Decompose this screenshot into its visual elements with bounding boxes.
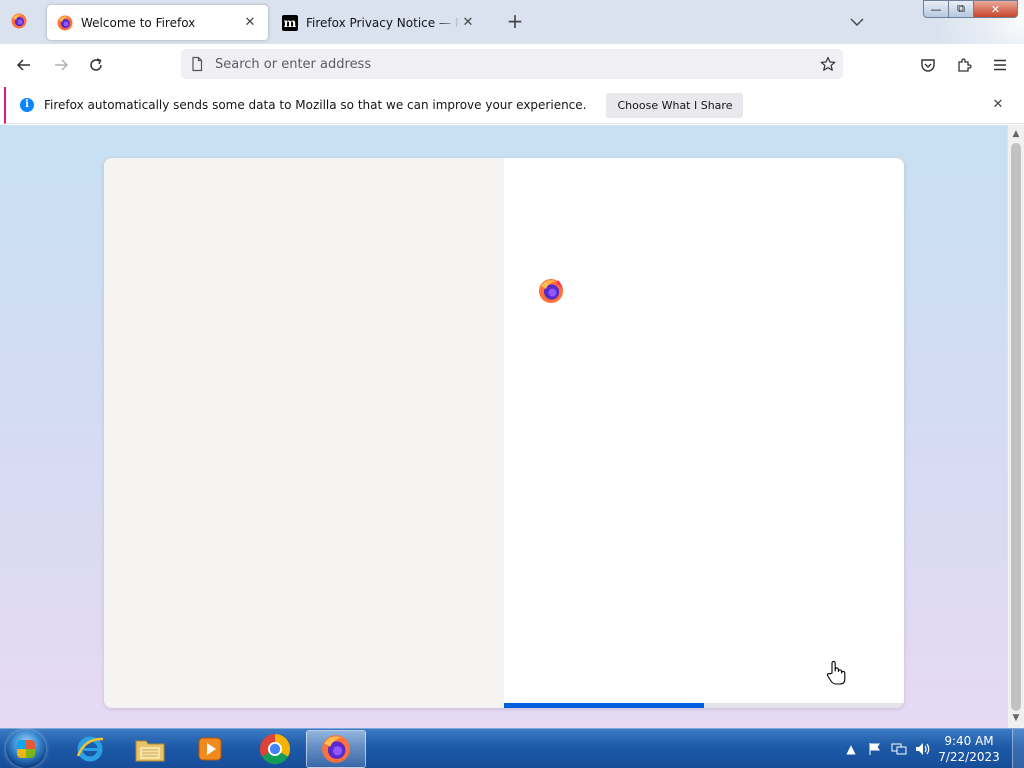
folder-icon [135, 740, 165, 762]
pocket-button[interactable] [918, 55, 938, 75]
new-tab-button[interactable]: + [505, 11, 525, 32]
info-icon: i [20, 98, 34, 112]
page-icon [192, 56, 203, 72]
puzzle-icon [958, 58, 972, 72]
url-input[interactable] [215, 56, 795, 72]
tab-title: Firefox Privacy Notice — Mozilla [306, 15, 460, 30]
close-window-button[interactable]: ✕ [974, 0, 1018, 18]
start-button[interactable] [6, 730, 46, 768]
firefox-logo-icon [539, 279, 563, 303]
arrow-left-icon [16, 59, 30, 71]
scroll-up-arrow-icon[interactable]: ▲ [1011, 129, 1021, 139]
progress-fill [504, 703, 704, 708]
restore-button[interactable]: ⧉ [949, 0, 974, 18]
navigation-toolbar [0, 44, 1024, 86]
tab-title: Welcome to Firefox [81, 15, 196, 30]
media-player-icon [198, 737, 222, 761]
star-icon[interactable] [820, 56, 836, 72]
back-button[interactable] [14, 55, 34, 75]
taskbar-windows-explorer[interactable] [120, 730, 180, 768]
page-content [0, 125, 1007, 728]
pocket-icon [921, 59, 935, 72]
close-icon[interactable]: ✕ [991, 98, 1005, 112]
onboarding-progress-bar [504, 703, 904, 708]
show-desktop-button[interactable] [1012, 729, 1024, 768]
vertical-scrollbar[interactable]: ▲ ▼ [1007, 125, 1024, 728]
hand-cursor-icon [826, 660, 846, 685]
firefox-icon[interactable] [11, 13, 27, 29]
volume-icon[interactable] [914, 740, 932, 758]
system-clock[interactable]: 9:40 AM 7/22/2023 [938, 733, 1000, 765]
chevron-down-icon[interactable] [849, 14, 865, 30]
extensions-button[interactable] [954, 55, 974, 75]
scroll-down-arrow-icon[interactable]: ▼ [1011, 713, 1021, 723]
close-tab-icon[interactable]: ✕ [460, 15, 476, 31]
tab-strip: Welcome to Firefox ✕ m Firefox Privacy N… [0, 0, 1024, 44]
scroll-thumb[interactable] [1011, 143, 1021, 711]
action-center-flag-icon[interactable] [866, 740, 884, 758]
show-hidden-icons-icon[interactable]: ▲ [842, 740, 860, 758]
welcome-card [104, 158, 904, 708]
notification-message: Firefox automatically sends some data to… [44, 98, 587, 112]
mozilla-m-icon: m [282, 14, 298, 31]
taskbar-media-player[interactable] [180, 730, 240, 768]
windows-taskbar: ▲ 9:40 AM 7/22/2023 [0, 728, 1024, 768]
reload-icon [90, 58, 102, 71]
system-tray: ▲ 9:40 AM 7/22/2023 [842, 729, 1024, 768]
minimize-button[interactable]: — [923, 0, 949, 18]
clock-time: 9:40 AM [944, 734, 994, 748]
internet-explorer-icon [76, 736, 104, 762]
chrome-icon [259, 734, 291, 765]
welcome-card-left-panel [104, 158, 504, 708]
clock-date: 7/22/2023 [938, 750, 1000, 764]
taskbar-chrome[interactable] [245, 730, 305, 768]
taskbar-firefox[interactable] [306, 730, 366, 768]
window-controls: — ⧉ ✕ [923, 0, 1018, 18]
data-collection-notification: i Firefox automatically sends some data … [4, 87, 1024, 124]
network-icon[interactable] [890, 740, 908, 758]
taskbar-internet-explorer[interactable] [60, 730, 120, 768]
address-bar[interactable] [181, 49, 843, 79]
firefox-icon [322, 735, 350, 763]
firefox-icon [57, 15, 73, 30]
reload-button[interactable] [86, 55, 106, 75]
forward-button[interactable] [51, 55, 71, 75]
arrow-right-icon [55, 59, 69, 71]
tab-welcome[interactable]: Welcome to Firefox ✕ [47, 5, 268, 40]
tab-privacy-notice[interactable]: m Firefox Privacy Notice — Mozilla ✕ [272, 5, 486, 40]
hamburger-menu-icon [994, 59, 1006, 71]
close-tab-icon[interactable]: ✕ [242, 15, 258, 31]
choose-what-i-share-button[interactable]: Choose What I Share [606, 92, 744, 118]
app-menu-button[interactable] [990, 55, 1010, 75]
